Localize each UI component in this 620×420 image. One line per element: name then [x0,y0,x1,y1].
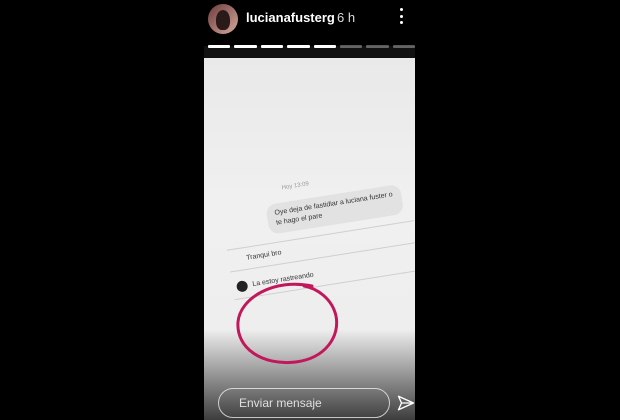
send-icon[interactable] [397,394,415,412]
username[interactable]: lucianafusterg [246,10,335,25]
avatar[interactable] [208,4,238,34]
story-progress [208,45,415,48]
progress-segment [313,45,336,48]
message-input[interactable]: Enviar mensaje [218,388,390,418]
annotation-circle [236,282,339,365]
progress-segment [339,45,363,48]
reply-message-1: Tranqui bro [245,249,283,262]
outgoing-message: Oye deja de fastidiar a luciana fuster o… [265,183,405,235]
progress-segment [287,45,310,48]
progress-segment [260,45,284,48]
chat-timestamp: Hoy 13:09 [281,181,310,192]
story-viewer: Hoy 13:09 Oye deja de fastidiar a lucian… [204,0,415,420]
progress-segment [366,45,389,48]
progress-segment [392,45,415,48]
time-ago: 6 h [337,10,356,25]
story-header: lucianafusterg 6 h [204,0,415,48]
story-footer: Enviar mensaje [204,380,415,420]
more-vertical-icon[interactable] [394,8,408,24]
progress-segment [208,45,231,48]
chat-screenshot: Hoy 13:09 Oye deja de fastidiar a lucian… [204,58,415,420]
progress-segment [234,45,257,48]
